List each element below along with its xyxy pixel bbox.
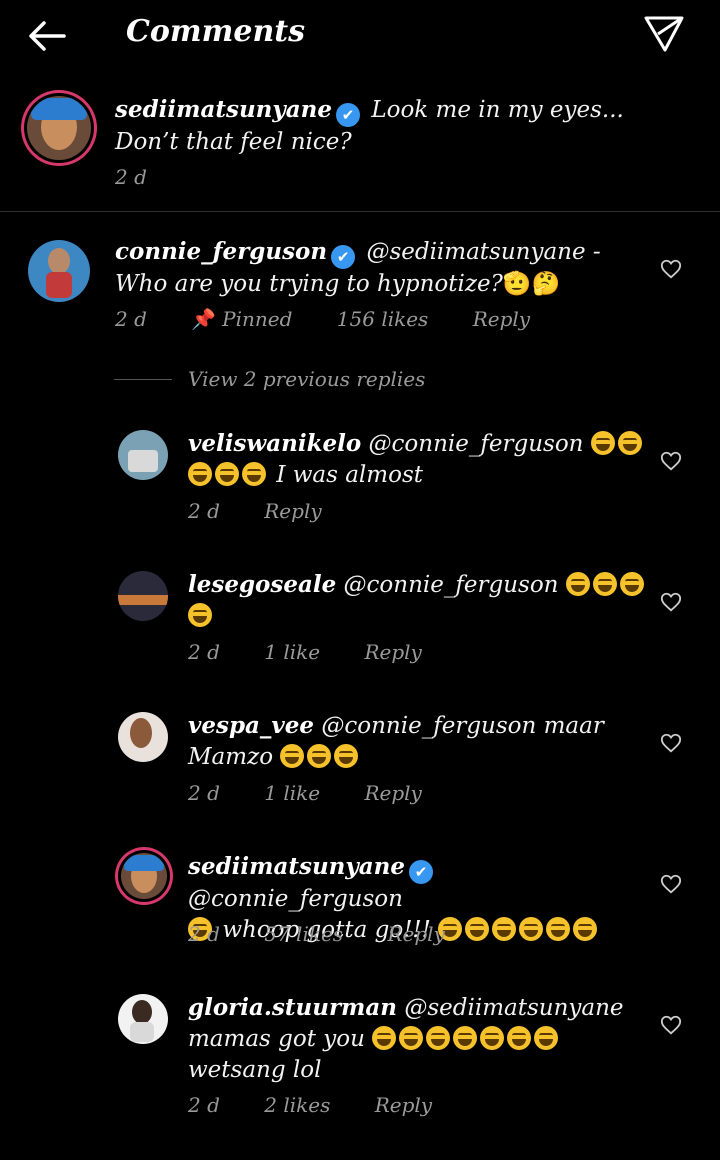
avatar[interactable] xyxy=(28,240,90,302)
comment-text: @connie_ferguson xyxy=(368,431,584,457)
reply-button[interactable]: Reply xyxy=(364,640,421,664)
comment-text: @connie_ferguson xyxy=(343,572,559,598)
laughing-emoji-icon xyxy=(565,572,590,596)
reply-comment: sediimatsunyane ✔ @connie_ferguson whoop … xyxy=(0,851,720,951)
likes-count[interactable]: 1 like xyxy=(264,640,320,664)
comment-time: 2 d xyxy=(188,922,220,946)
comment-time: 2 d xyxy=(188,499,220,523)
caption-time: 2 d xyxy=(115,165,147,189)
comment-time: 2 d xyxy=(115,307,147,331)
heart-icon[interactable] xyxy=(660,591,682,613)
comment-time: 2 d xyxy=(188,640,220,664)
paper-plane-icon xyxy=(644,16,684,52)
arrow-left-icon xyxy=(29,21,66,51)
reply-button[interactable]: Reply xyxy=(387,922,444,946)
comment-text: @connie_ferguson xyxy=(188,886,403,912)
laughing-emoji-icon xyxy=(480,1026,505,1050)
laughing-emoji-icon xyxy=(242,462,266,486)
top-bar: Comments xyxy=(0,0,720,72)
reply-button[interactable]: Reply xyxy=(264,499,321,523)
verified-badge-icon: ✔ xyxy=(336,103,361,127)
comment-text-continued: I was almost xyxy=(276,462,423,488)
heart-icon[interactable] xyxy=(660,450,682,472)
back-button[interactable] xyxy=(24,14,72,58)
comment-text: @connie_ferguson maar xyxy=(321,713,604,739)
laughing-emoji-icon xyxy=(507,1026,532,1050)
avatar[interactable] xyxy=(27,96,91,160)
reply-comment: vespa_vee @connie_ferguson maar Mamzo 2 … xyxy=(0,710,720,810)
laughing-emoji-icon xyxy=(188,603,212,627)
comment-text-continued: wetsang lol xyxy=(188,1057,322,1083)
laughing-emoji-icon xyxy=(573,917,598,941)
avatar[interactable] xyxy=(118,430,168,480)
reply-comment: gloria.stuurman @sediimatsunyane mamas g… xyxy=(0,992,720,1122)
view-previous-replies-label: View 2 previous replies xyxy=(188,367,426,391)
reply-comment: lesegoseale @connie_ferguson 2 d 1 like … xyxy=(0,569,720,669)
laughing-emoji-icon xyxy=(426,1026,451,1050)
comment-username[interactable]: lesegoseale xyxy=(188,571,336,598)
comment-username[interactable]: vespa_vee xyxy=(188,712,314,739)
laughing-emoji-icon xyxy=(534,1026,559,1050)
likes-count[interactable]: 57 likes xyxy=(264,922,343,946)
comment-text: @sediimatsunyane xyxy=(404,995,624,1021)
laughing-emoji-icon xyxy=(492,917,517,941)
avatar[interactable] xyxy=(118,571,168,621)
avatar[interactable] xyxy=(118,994,168,1044)
post-caption: sediimatsunyane ✔ Look me in my eyes... D… xyxy=(0,84,720,210)
share-button[interactable] xyxy=(642,12,688,58)
caption-username[interactable]: sediimatsunyane xyxy=(115,96,332,123)
heart-icon[interactable] xyxy=(660,1014,682,1036)
laughing-emoji-icon xyxy=(453,1026,478,1050)
pin-icon: 📌 xyxy=(191,307,217,331)
laughing-emoji-icon xyxy=(307,744,332,768)
divider xyxy=(0,211,720,212)
reply-button[interactable]: Reply xyxy=(473,307,530,331)
comment-username[interactable]: sediimatsunyane xyxy=(188,853,405,880)
laughing-emoji-icon xyxy=(519,917,544,941)
heart-icon[interactable] xyxy=(660,732,682,754)
reply-button[interactable]: Reply xyxy=(364,781,421,805)
reply-button[interactable]: Reply xyxy=(375,1093,432,1117)
laughing-emoji-icon xyxy=(590,431,615,455)
page-title: Comments xyxy=(126,14,306,49)
laughing-emoji-icon xyxy=(334,744,359,768)
laughing-emoji-icon xyxy=(592,572,617,596)
laughing-emoji-icon xyxy=(546,917,571,941)
avatar[interactable] xyxy=(121,853,167,899)
comment-text-continued: Mamzo xyxy=(188,744,274,770)
heart-icon[interactable] xyxy=(660,873,682,895)
comment-time: 2 d xyxy=(188,781,220,805)
pinned-comment: connie_ferguson ✔ @sediimatsunyane - Who … xyxy=(0,236,720,336)
comment-username[interactable]: veliswanikelo xyxy=(188,430,361,457)
comment-username[interactable]: gloria.stuurman xyxy=(188,994,397,1021)
laughing-emoji-icon xyxy=(280,744,305,768)
laughing-emoji-icon xyxy=(188,462,212,486)
verified-badge-icon: ✔ xyxy=(331,245,356,269)
laughing-emoji-icon xyxy=(372,1026,397,1050)
likes-count[interactable]: 2 likes xyxy=(264,1093,330,1117)
verified-badge-icon: ✔ xyxy=(409,860,434,884)
thread-line xyxy=(114,379,172,380)
laughing-emoji-icon xyxy=(619,572,644,596)
avatar[interactable] xyxy=(118,712,168,762)
laughing-emoji-icon xyxy=(215,462,239,486)
comment-text-continued: mamas got you xyxy=(188,1026,365,1052)
comment-username[interactable]: connie_ferguson xyxy=(115,238,327,265)
heart-icon[interactable] xyxy=(660,258,682,280)
likes-count[interactable]: 156 likes xyxy=(337,307,429,331)
pinned-indicator: 📌 Pinned xyxy=(191,307,293,331)
reply-comment: veliswanikelo @connie_ferguson I was alm… xyxy=(0,428,720,528)
likes-count[interactable]: 1 like xyxy=(264,781,320,805)
laughing-emoji-icon xyxy=(617,431,642,455)
laughing-emoji-icon xyxy=(399,1026,424,1050)
comment-emoji: 🫡🤔 xyxy=(502,271,561,297)
comment-time: 2 d xyxy=(188,1093,220,1117)
